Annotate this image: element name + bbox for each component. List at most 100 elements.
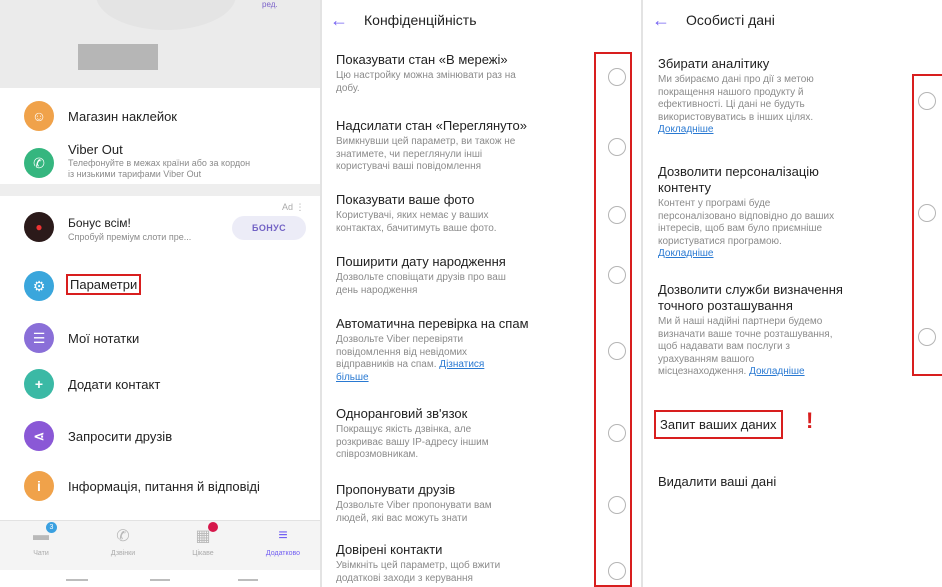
setting-trusted-contacts[interactable]: Довірені контакти Увімкніть цей параметр… [336, 542, 586, 585]
edit-profile-link[interactable]: ред. [262, 0, 278, 9]
request-data-button[interactable]: Запит ваших даних [654, 410, 783, 439]
setting-description-line: людей, які вас можуть знати [336, 512, 468, 524]
setting-description-line: покращення нашого продукту й [658, 86, 804, 98]
menu-item-add-contact[interactable]: + Додати контакт [0, 366, 320, 402]
back-arrow-icon[interactable]: ← [652, 10, 676, 31]
info-icon: i [24, 471, 54, 501]
chat-bubble-icon: ▬ 3 [30, 522, 57, 547]
menu-item-invite-friends[interactable]: ⋖ Запросити друзів [0, 418, 320, 454]
setting-title: Довірені контакти [336, 542, 443, 557]
setting-title: Надсилати стан «Переглянуто» [336, 118, 527, 133]
nav-tab-label: Додатково [265, 550, 301, 557]
notification-dot [208, 522, 218, 532]
setting-description-line: Покращує якість дзвінка, але [336, 424, 472, 435]
nav-tab-explore[interactable]: ▦ Цікаве [168, 522, 238, 557]
setting-description-line: Увімкніть цей параметр, щоб вжити [336, 560, 501, 571]
back-arrow-icon[interactable]: ← [330, 10, 354, 31]
warning-exclamation: ! [806, 408, 814, 433]
setting-birthday[interactable]: Поширити дату народження Дозвольте спові… [336, 254, 586, 297]
menu-item-my-notes[interactable]: ☰ Мої нотатки [0, 320, 320, 356]
setting-title: контенту [658, 180, 712, 195]
ad-label[interactable]: Ad ⋮ [282, 202, 305, 213]
setting-spam-check[interactable]: Автоматична перевірка на спам Дозвольте … [336, 316, 586, 384]
setting-description-line: Дозвольте сповіщати друзів про ваш [336, 272, 506, 283]
avatar[interactable] [96, 0, 236, 30]
setting-description: Вимкнувши цей параметр, ви також не знат… [336, 136, 586, 174]
setting-online-status[interactable]: Показувати стан «В мережі» Цю настройку … [336, 52, 586, 95]
setting-p2p[interactable]: Одноранговий зв'язок Покращує якість дзв… [336, 406, 586, 462]
setting-title: Автоматична перевірка на спам [336, 316, 529, 331]
setting-analytics[interactable]: Збирати аналітику Ми збираємо дані про д… [658, 56, 898, 137]
system-nav-bar [0, 570, 320, 587]
learn-more-link[interactable]: Дізнатися [439, 359, 484, 370]
setting-description-line: щоб надавати вам послуги з [658, 341, 790, 352]
menu-item-help[interactable]: i Інформація, питання й відповіді [0, 468, 320, 504]
setting-description-line: добу. [336, 82, 360, 94]
setting-description-line: розкриває вашу IP-адресу іншим [336, 436, 489, 448]
learn-more-link[interactable]: Докладніше [658, 124, 898, 137]
setting-description-line: повідомлення від невідомих [336, 346, 468, 358]
setting-description-line: день народження [336, 284, 418, 296]
menu-item-settings[interactable]: ⚙ Параметри [0, 268, 320, 304]
phone-icon: ✆ [24, 148, 54, 178]
menu-item-label: Параметри [66, 274, 142, 295]
setting-description: Користувачі, яких немає у ваших контакта… [336, 210, 586, 235]
personal-data-panel: ← Особисті дані Збирати аналітику Ми зби… [644, 0, 942, 587]
privacy-header: ← Конфіденційність [322, 0, 640, 40]
setting-description-line: визначати ваше точне розташування, [658, 328, 833, 340]
setting-description-line: знатимете, чи переглянули інші [336, 148, 483, 160]
delete-data-button[interactable]: Видалити ваші дані [658, 474, 776, 489]
setting-description: Контент у програмі буде персоналізовано … [658, 198, 898, 261]
setting-description-line: використовуватись в інших цілях. [658, 111, 814, 123]
setting-title: точного розташування [658, 298, 793, 313]
setting-description-line: Дозвольте Viber пропонувати вам [336, 500, 492, 511]
strawberry-icon: ● [24, 212, 54, 242]
nav-tab-calls[interactable]: ✆ Дзвінки [88, 525, 158, 557]
setting-description-line: інтересів, щоб вам було приємніше [658, 223, 823, 234]
menu-item-label: Viber Out [68, 142, 123, 157]
nav-tab-chats[interactable]: ▬ 3 Чати [6, 522, 76, 557]
page-title: Конфіденційність [364, 12, 477, 28]
personal-data-header: ← Особисті дані [644, 0, 942, 40]
setting-description: Покращує якість дзвінка, але розкриває в… [336, 424, 586, 462]
setting-precise-location[interactable]: Дозволити служби визначення точного розт… [658, 282, 898, 379]
setting-description-line: користуватися програмою. [658, 235, 782, 247]
setting-personalization[interactable]: Дозволити персоналізацію контенту Контен… [658, 164, 898, 261]
nav-tab-label: Цікаве [192, 550, 214, 557]
setting-description-line: додаткові заходи з керування [336, 572, 473, 584]
setting-description: Дозвольте сповіщати друзів про ваш день … [336, 272, 586, 297]
setting-title: Дозволити персоналізацію [658, 164, 819, 179]
setting-suggest-friends[interactable]: Пропонувати друзів Дозвольте Viber пропо… [336, 482, 586, 525]
highlight-box [912, 74, 942, 376]
setting-description: Дозвольте Viber пропонувати вам людей, я… [336, 500, 586, 525]
menu-item-viber-out[interactable]: ✆ Viber Out Телефонуйте в межах країни а… [0, 140, 320, 186]
setting-description: Дозвольте Viber перевіряти повідомлення … [336, 334, 586, 384]
setting-read-receipts[interactable]: Надсилати стан «Переглянуто» Вимкнувши ц… [336, 118, 586, 174]
nav-tab-more[interactable]: ≡ Додатково [248, 525, 318, 557]
learn-more-link[interactable]: більше [336, 372, 369, 383]
notes-icon: ☰ [24, 323, 54, 353]
bottom-navigation: ▬ 3 Чати ✆ Дзвінки ▦ Цікаве ≡ Додатково [0, 520, 320, 570]
setting-description-line: місцезнаходження. [658, 366, 747, 377]
setting-description-line: Цю настройку можна змінювати раз на [336, 70, 516, 81]
setting-description-line: Вимкнувши цей параметр, ви також не [336, 136, 516, 147]
setting-title: Поширити дату народження [336, 254, 506, 269]
bonus-button[interactable]: БОНУС [232, 216, 306, 240]
ad-banner[interactable]: Ad ⋮ ● Бонус всім! Спробуй преміум слоти… [0, 200, 320, 252]
learn-more-link[interactable]: Докладніше [749, 366, 805, 377]
menu-item-label: Магазин наклейок [68, 109, 177, 124]
setting-description-line: користувачі ваші повідомлення [336, 161, 482, 172]
setting-show-photo[interactable]: Показувати ваше фото Користувачі, яких н… [336, 192, 586, 235]
learn-more-link[interactable]: Докладніше [658, 248, 898, 261]
more-menu-panel: ред. ☺ Магазин наклейок ✆ Viber Out Теле… [0, 0, 320, 587]
profile-header: ред. [0, 0, 320, 88]
profile-name-redacted [78, 44, 158, 70]
page-title: Особисті дані [686, 12, 775, 28]
menu-item-sticker-market[interactable]: ☺ Магазин наклейок [0, 96, 320, 136]
setting-title: Показувати ваше фото [336, 192, 475, 207]
setting-description-line: Дозвольте Viber перевіряти [336, 334, 464, 345]
menu-item-label: Інформація, питання й відповіді [68, 479, 260, 494]
hamburger-icon: ≡ [278, 527, 288, 544]
sticker-icon: ☺ [24, 101, 54, 131]
viber-out-description: Телефонуйте в межах країни або за кордон [68, 158, 251, 168]
